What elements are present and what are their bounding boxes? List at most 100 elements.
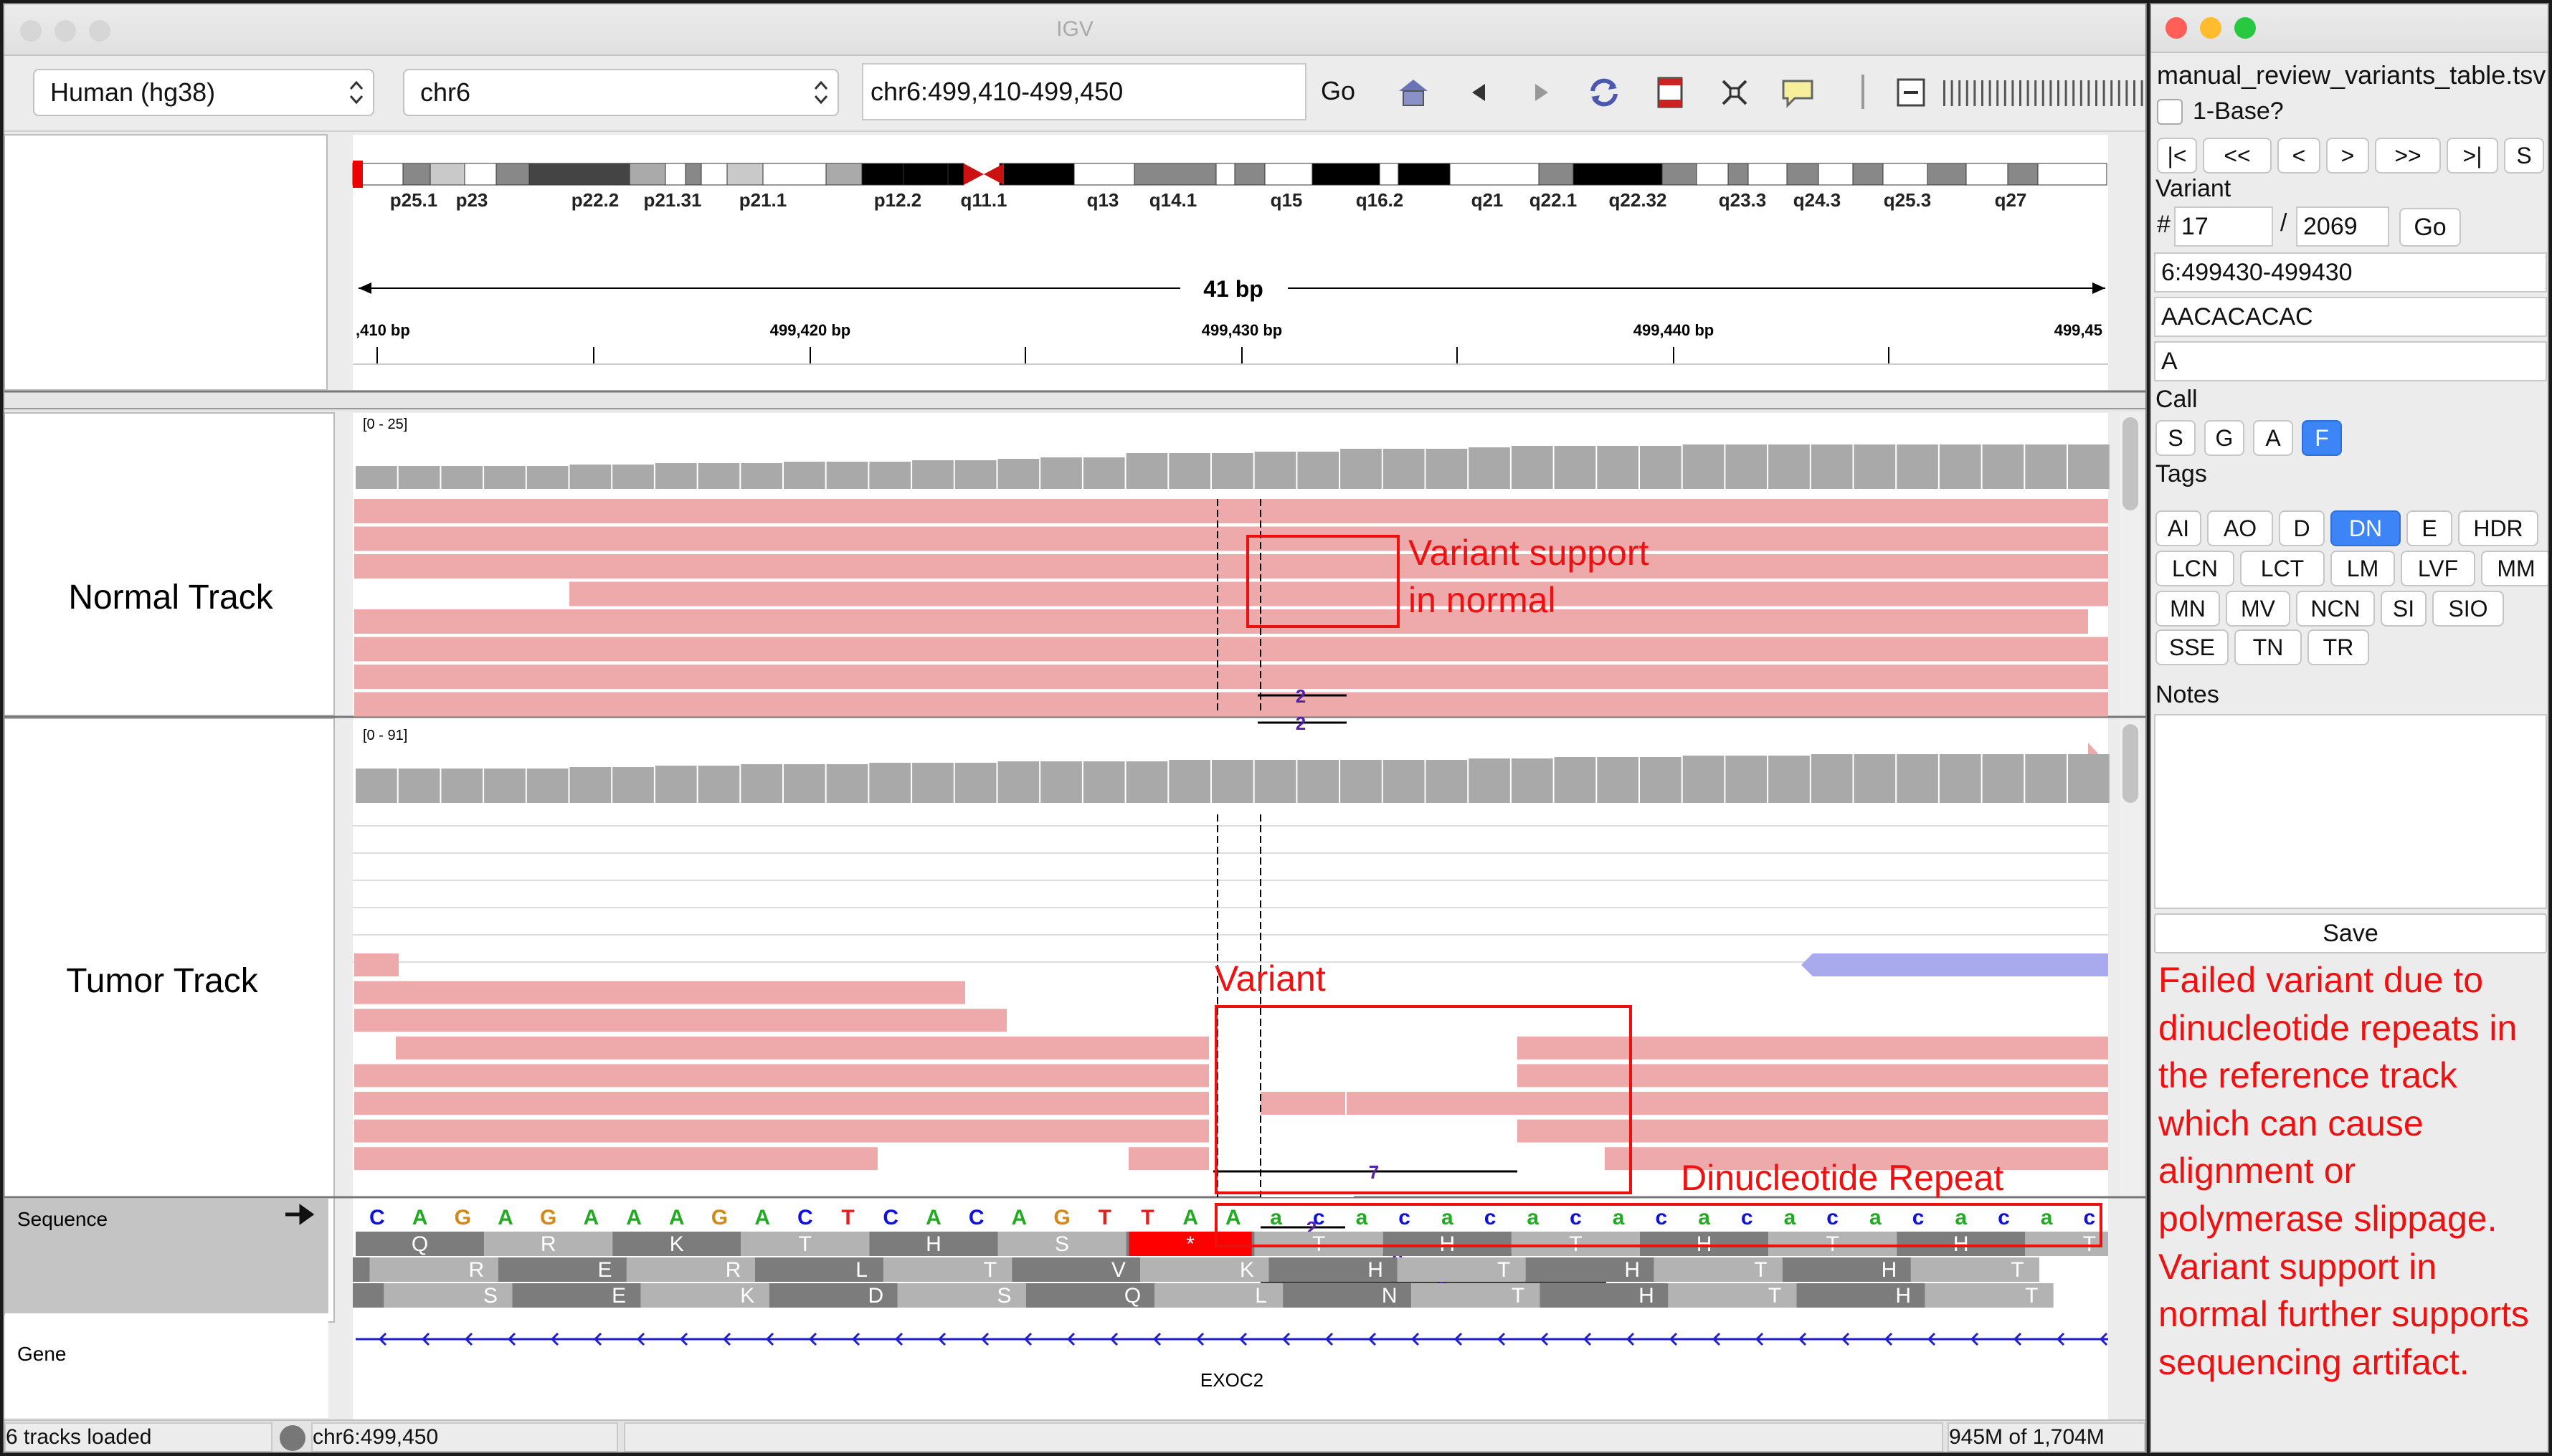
zoom-window-button[interactable] [2234, 17, 2256, 39]
sequence-base: G [1053, 1206, 1070, 1229]
cytoband-label: p21.1 [739, 189, 787, 211]
genome-dropdown[interactable]: Human (hg38) [33, 69, 374, 116]
tag-button-16[interactable]: SIO [2432, 591, 2504, 627]
cytoband [1449, 163, 1540, 186]
tag-button-9[interactable]: LM [2330, 551, 2395, 586]
read [354, 637, 2108, 662]
zoom-tick [2057, 80, 2059, 106]
tag-button-1[interactable]: AI [2155, 510, 2201, 546]
popup-info-button[interactable] [1774, 69, 1821, 116]
coverage-bar [1682, 444, 1725, 489]
refresh-button[interactable] [1580, 69, 1628, 116]
call-button-1[interactable]: S [2155, 420, 2196, 456]
tag-button-6[interactable]: HDR [2458, 510, 2538, 546]
igv-toolbar: Human (hg38) chr6 chr6:499,410-499,450 G… [4, 56, 2145, 132]
zoom-slider[interactable] [1937, 77, 2145, 109]
amino-acid: H [1367, 1258, 1383, 1282]
tag-button-18[interactable]: TN [2234, 629, 2302, 665]
coverage-bar [1939, 754, 1981, 803]
zoom-tick [2072, 80, 2075, 106]
coverage-bar [1725, 444, 1768, 489]
memory-indicator-icon [280, 1425, 305, 1451]
tag-button-10[interactable]: LVF [2401, 551, 2475, 586]
cytoband [903, 163, 949, 186]
coverage-bar [1382, 760, 1425, 803]
nav-button-6[interactable]: >| [2447, 138, 2498, 173]
cytoband [402, 163, 431, 186]
nav-button-1[interactable]: |< [2157, 138, 2197, 173]
nav-button-3[interactable]: < [2277, 138, 2320, 173]
coverage-bar [1126, 761, 1168, 803]
amino-acid: R [726, 1258, 741, 1282]
cytoband-label: p23 [456, 189, 488, 211]
go-to-variant-button[interactable]: Go [2399, 208, 2461, 247]
slash-label: / [2280, 209, 2287, 237]
region-of-interest-button[interactable] [1646, 69, 1694, 116]
forward-button[interactable] [1517, 69, 1565, 116]
coverage-bar [1640, 446, 1681, 489]
variant-position-field: 6:499430-499430 [2154, 252, 2547, 292]
tag-button-13[interactable]: MV [2226, 591, 2290, 627]
amino-acid: H [1882, 1258, 1897, 1282]
tumor-track-scrollbar[interactable] [2122, 724, 2138, 803]
go-button[interactable]: Go [1318, 69, 1358, 116]
tag-button-2[interactable]: AO [2207, 510, 2273, 546]
zoom-tick [2087, 80, 2090, 106]
coverage-bar [2025, 444, 2067, 489]
status-tracks-loaded: 6 tracks loaded [4, 1422, 272, 1452]
sequence-base: T [1099, 1206, 1111, 1229]
span-label: 41 bp [1203, 276, 1263, 302]
call-button-4[interactable]: F [2302, 420, 2342, 456]
tag-button-17[interactable]: SSE [2155, 629, 2229, 665]
coverage-bar [569, 767, 612, 803]
notes-textarea[interactable] [2154, 714, 2547, 909]
back-button[interactable] [1456, 69, 1503, 116]
igv-window: IGV Human (hg38) chr6 chr6:499,410-499,4… [3, 3, 2147, 1453]
tag-button-11[interactable]: MM [2481, 551, 2548, 586]
close-window-button[interactable] [2166, 17, 2187, 39]
coverage-bar [826, 462, 868, 489]
locus-input[interactable]: chr6:499,410-499,450 [862, 63, 1306, 120]
tag-button-5[interactable]: E [2406, 510, 2452, 546]
tag-button-4[interactable]: DN [2330, 510, 2401, 546]
nav-button-7[interactable]: S [2504, 138, 2544, 173]
coverage-bar [398, 466, 440, 489]
coverage-bar [826, 764, 868, 803]
resize-button[interactable] [1711, 69, 1758, 116]
minimize-window-button[interactable] [2200, 17, 2221, 39]
amino-acid: T [1754, 1258, 1767, 1282]
tag-button-14[interactable]: NCN [2296, 591, 2375, 627]
tag-button-8[interactable]: LCT [2240, 551, 2325, 586]
one-base-checkbox[interactable] [2157, 99, 2183, 125]
tag-button-7[interactable]: LCN [2155, 551, 2234, 586]
arrow-left-icon [1472, 84, 1485, 101]
normal-support-box [1246, 535, 1400, 628]
tag-button-15[interactable]: SI [2381, 591, 2427, 627]
call-button-3[interactable]: A [2253, 420, 2293, 456]
window-title: IGV [1056, 17, 1094, 41]
coverage-bar [1897, 444, 1938, 489]
save-button[interactable]: Save [2154, 913, 2547, 953]
zoom-tick [2019, 80, 2021, 106]
tag-button-19[interactable]: TR [2307, 629, 2369, 665]
genome-value: Human (hg38) [50, 77, 216, 107]
cytoband [359, 163, 404, 186]
nav-button-4[interactable]: > [2326, 138, 2369, 173]
cytoband [825, 163, 863, 186]
chromosome-dropdown[interactable]: chr6 [403, 69, 839, 116]
nav-button-5[interactable]: >> [2375, 138, 2441, 173]
cytoband-label: q25.3 [1884, 189, 1932, 211]
tag-button-3[interactable]: D [2279, 510, 2325, 546]
normal-track-scrollbar[interactable] [2122, 417, 2138, 510]
resize-icon [1722, 80, 1747, 105]
call-button-2[interactable]: G [2204, 420, 2244, 456]
cytoband [1927, 163, 1967, 186]
variant-index-input[interactable]: 17 [2174, 206, 2273, 247]
tag-button-12[interactable]: MN [2155, 591, 2220, 627]
sequence-base: C [369, 1206, 385, 1229]
zoom-out-button[interactable] [1887, 69, 1935, 116]
home-button[interactable] [1390, 69, 1437, 116]
cytoband [1234, 163, 1266, 186]
nav-button-2[interactable]: << [2203, 138, 2272, 173]
variant-label: Variant [2155, 175, 2231, 202]
